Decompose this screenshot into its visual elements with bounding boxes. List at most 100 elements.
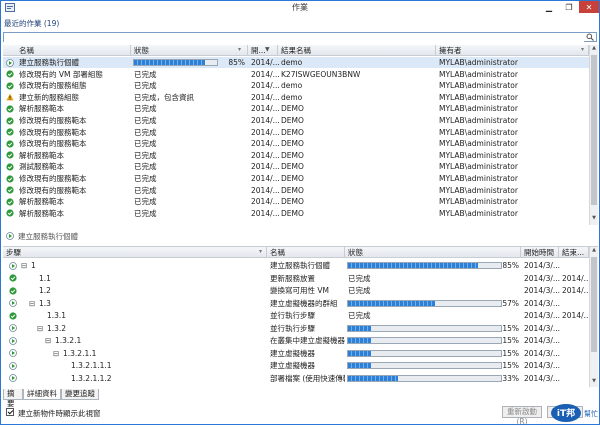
search-box[interactable] <box>3 32 597 42</box>
filter-icon[interactable]: ▾ <box>581 46 584 53</box>
column-header-step-start[interactable]: 開始時間 <box>521 247 559 258</box>
table-row[interactable]: 修改現有的服務範本 已完成 2014/... DEMO MYLAB\administra… <box>3 173 589 184</box>
collapse-icon[interactable]: ⊟ <box>53 348 61 359</box>
scroll-up-icon[interactable]: ▲ <box>590 247 598 255</box>
table-row[interactable]: ⊟ 1.3 建立虛擬機器的群組 57% 2014/3/... <box>3 298 589 309</box>
scroll-thumb[interactable] <box>591 55 597 205</box>
job-status: 已完成，包含資訊 <box>134 92 194 102</box>
step-name: 建立虛擬機器 <box>270 361 315 370</box>
table-row[interactable]: 修改現有的服務範本 已完成 2014/... DEMO MYLAB\administra… <box>3 115 589 126</box>
minimize-button[interactable]: ▁ <box>539 1 559 13</box>
detail-heading-bar: 建立服務執行個體 <box>3 230 597 241</box>
collapse-icon[interactable]: ⊟ <box>37 323 45 334</box>
step-end-time <box>562 348 589 359</box>
table-row[interactable]: 修改現有的服務範本 已完成 2014/... DEMO MYLAB\administra… <box>3 185 589 196</box>
job-start-time: 2014/... <box>251 92 279 102</box>
table-row[interactable]: 解析服務範本 已完成 2014/... DEMO MYLAB\administrator <box>3 208 589 219</box>
scroll-up-icon[interactable]: ▲ <box>590 45 598 53</box>
table-row[interactable]: 解析服務範本 已完成 2014/... DEMO MYLAB\administrator <box>3 103 589 114</box>
column-header-name[interactable]: 名稱 <box>3 45 131 56</box>
column-header-start[interactable]: 開... <box>248 45 278 56</box>
step-name: 更新服務放置 <box>270 273 315 283</box>
table-row[interactable]: 1.1 更新服務放置 已完成 2014/3/... 2014/... <box>3 273 589 284</box>
table-row[interactable]: ⊟ 1.3.2.1.1 建立虛擬機器 15% 2014/3/... <box>3 348 589 359</box>
table-row[interactable]: ⊟ 1 建立服務執行個體 85% 2014/3/... <box>3 260 589 271</box>
jobs-table-header: 名稱 狀態 開... 結果名稱 擁有者 ▾ ▼ ▾ <box>3 45 589 56</box>
maximize-button[interactable]: ❐ <box>559 1 579 13</box>
filter-icon[interactable]: ▾ <box>238 46 241 53</box>
table-row[interactable]: ⊟ 1.3.2 並行執行步驟 15% 2014/3/... <box>3 323 589 334</box>
column-header-owner[interactable]: 擁有者 <box>436 45 589 56</box>
tab-summary[interactable]: 摘要 <box>3 389 23 408</box>
job-owner: MYLAB\administrator <box>439 104 518 114</box>
close-button[interactable]: ✕ <box>579 1 599 13</box>
step-start-time: 2014/3/... <box>524 323 560 333</box>
column-header-step[interactable]: 步驟 <box>3 247 267 258</box>
job-name: 建立新的服務組態 <box>19 92 79 102</box>
search-icon[interactable] <box>586 33 594 41</box>
table-row[interactable]: 1.3.1 並行執行步驟 已完成 2014/3/... 2014/... <box>3 310 589 321</box>
running-icon <box>9 349 17 357</box>
scroll-down-icon[interactable]: ▼ <box>590 215 598 223</box>
table-row[interactable]: 解析服務範本 已完成 2014/... DEMO MYLAB\administrator <box>3 150 589 161</box>
progress-bar <box>347 374 502 382</box>
collapse-icon[interactable]: ⊟ <box>45 335 53 346</box>
table-row[interactable]: 1.2 變換寫可用性 VM 已完成 2014/3/... 2014/... <box>3 285 589 296</box>
completed-icon <box>6 198 14 206</box>
completed-icon <box>9 311 17 320</box>
jobs-scrollbar[interactable]: ▲ ▼ <box>589 45 598 225</box>
column-header-step-end[interactable]: 結束... <box>559 247 589 258</box>
filter-icon[interactable]: ▾ <box>259 248 262 255</box>
column-header-step-name[interactable]: 名稱 <box>267 247 345 258</box>
job-start-time: 2014/... <box>251 174 279 183</box>
table-row[interactable]: 建立服務執行個體 85% 2014/... demo MYLAB\administrat… <box>3 57 589 68</box>
running-icon <box>9 336 17 345</box>
job-start-time: 2014/... <box>251 185 279 195</box>
job-name: 修改現有的服務組態 <box>19 81 87 91</box>
table-row[interactable]: 1.3.2.1.1.2 部署檔案 (使用快速傳輸) 33% 2014/3/... <box>3 373 589 384</box>
search-input[interactable] <box>4 34 584 42</box>
tab-details[interactable]: 詳細資料 <box>23 389 61 400</box>
column-header-result[interactable]: 結果名稱 <box>278 45 436 56</box>
collapse-icon[interactable]: ⊟ <box>21 260 29 271</box>
table-row[interactable]: 修改現有的服務範本 已完成 2014/... DEMO MYLAB\administra… <box>3 138 589 149</box>
show-window-label: 建立新物件時顯示此視窗 <box>18 409 101 418</box>
scroll-thumb[interactable] <box>591 257 597 352</box>
job-status: 已完成 <box>134 104 157 114</box>
job-status: 已完成 <box>134 208 157 218</box>
column-header-step-status[interactable]: 狀態 <box>345 247 521 258</box>
table-row[interactable]: 建立新的服務組態 已完成，包含資訊 2014/... demo MYLAB\admini… <box>3 92 589 103</box>
column-header-status[interactable]: 狀態 <box>131 45 248 56</box>
job-name: 建立服務執行個體 <box>19 58 79 67</box>
table-row[interactable]: 修改現有的服務範本 已完成 2014/... DEMO MYLAB\administra… <box>3 127 589 138</box>
job-result-name: DEMO <box>281 174 304 183</box>
progress-bar <box>347 337 502 344</box>
step-end-time <box>562 373 589 384</box>
step-end-time: 2014/... <box>562 273 589 283</box>
recent-jobs-heading: 最近的作業 (19) <box>4 19 60 28</box>
sort-descending-icon: ▼ <box>265 46 270 53</box>
table-row[interactable]: 解析服務範本 已完成 2014/... DEMO MYLAB\administrator <box>3 196 589 207</box>
job-status: 已完成 <box>134 116 157 125</box>
table-row[interactable]: 測試服務範本 已完成 2014/... DEMO MYLAB\administrator <box>3 161 589 172</box>
progress-bar <box>347 362 502 369</box>
restart-button[interactable]: 重新啟動(R) <box>502 406 542 426</box>
collapse-icon[interactable]: ⊟ <box>29 298 37 309</box>
step-name: 部署檔案 (使用快速傳輸) <box>270 373 345 383</box>
scroll-down-icon[interactable]: ▼ <box>590 378 598 386</box>
steps-scrollbar[interactable]: ▲ ▼ <box>589 247 598 387</box>
completed-icon <box>6 116 14 125</box>
show-window-checkbox[interactable] <box>6 408 14 416</box>
completed-icon <box>6 82 14 90</box>
step-number: 1.3.1 <box>47 311 67 320</box>
running-job-icon <box>6 231 14 240</box>
table-row[interactable]: 1.3.2.1.1.1 建立虛擬機器 15% 2014/3/... <box>3 360 589 371</box>
table-row[interactable]: 修改現有的服務組態 已完成 2014/... demo MYLAB\administra… <box>3 80 589 91</box>
step-name: 建立虛擬機器的群組 <box>270 298 338 308</box>
table-row[interactable]: ⊟ 1.3.2.1 在叢集中建立虛擬機器 15% 2014/3/... <box>3 335 589 346</box>
progress-percent: 15% <box>502 348 519 358</box>
window-title: 作業 <box>292 3 308 12</box>
table-row[interactable]: 修改現有的 VM 部署組態 已完成 2014/... K27ISWGEOUN3BNW M… <box>3 69 589 80</box>
tab-change-tracking[interactable]: 變更追蹤 <box>61 389 99 400</box>
job-status: 已完成 <box>134 69 157 79</box>
